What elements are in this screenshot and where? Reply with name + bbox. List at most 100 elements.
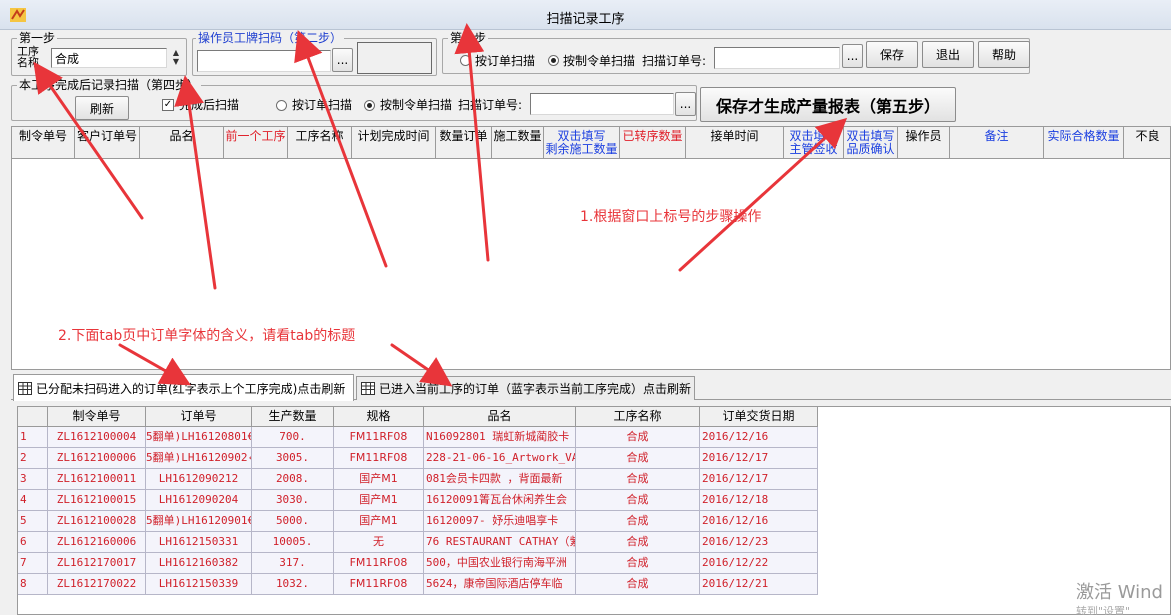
table-row[interactable]: 3 ZL1612100011 LH1612090212 2008. 国产M1 081会员卡… (18, 469, 818, 490)
column-header[interactable]: 生产数量 (252, 407, 334, 427)
table-cell-order: LH1612160382 (146, 553, 252, 574)
step3-scan-label: 扫描订单号: (642, 54, 707, 68)
step4-browse-button[interactable]: ... (675, 92, 696, 116)
column-header[interactable]: 客户订单号 (75, 127, 140, 159)
tab-current-orders[interactable]: 已进入当前工序的订单（蓝字表示当前工序完成）点击刷新 (356, 376, 695, 400)
column-header[interactable]: 已转序数量 (620, 127, 686, 159)
step3-radio-order[interactable] (460, 55, 471, 66)
table-row[interactable]: 8 ZL1612170022 LH1612150339 1032. FM11RF08 56… (18, 574, 818, 595)
column-header[interactable]: 品名 (140, 127, 224, 159)
badge-browse-button[interactable]: ... (332, 48, 353, 72)
refresh-button[interactable]: 刷新 (75, 96, 129, 120)
column-header[interactable]: 订单交货日期 (700, 407, 818, 427)
table-cell-idx: 5 (18, 511, 48, 532)
table-row[interactable]: 7 ZL1612170017 LH1612160382 317. FM11RF08 500… (18, 553, 818, 574)
step3-radio-cmd[interactable] (548, 55, 559, 66)
unscanned-orders-header: 制令单号 订单号 生产数量 规格 品名 工序名称 订单交货日期 (18, 407, 818, 427)
table-cell-order: LH1612090204 (146, 490, 252, 511)
process-spin-icon[interactable]: ▲ ▼ (169, 48, 183, 68)
table-cell-idx: 2 (18, 448, 48, 469)
column-header[interactable]: 双击填写 主管签收 (784, 127, 844, 159)
table-cell-spec: 无 (334, 532, 424, 553)
table-cell-date: 2016/12/21 (700, 574, 818, 595)
column-header[interactable]: 实际合格数量 (1044, 127, 1124, 159)
column-header[interactable]: 不良 (1124, 127, 1170, 159)
step3-scan-input[interactable] (714, 47, 840, 69)
table-cell-qty: 5000. (252, 511, 334, 532)
table-cell-idx: 6 (18, 532, 48, 553)
column-header[interactable]: 工序名称 (576, 407, 700, 427)
column-header[interactable]: 前一个工序 (224, 127, 288, 159)
table-cell-idx: 4 (18, 490, 48, 511)
column-header[interactable]: 制令单号 (12, 127, 75, 159)
table-row[interactable]: 1 ZL1612100004 5翻单)LH16120801€ 700. FM11RF08… (18, 427, 818, 448)
table-cell-idx: 1 (18, 427, 48, 448)
table-cell-date: 2016/12/16 (700, 427, 818, 448)
table-cell-qty: 317. (252, 553, 334, 574)
table-cell-qty: 10005. (252, 532, 334, 553)
table-cell-cmd: ZL1612100006 (48, 448, 146, 469)
column-header[interactable]: 操作员 (898, 127, 950, 159)
column-header[interactable]: 数量订单 (436, 127, 492, 159)
table-cell-cmd: ZL1612160006 (48, 532, 146, 553)
save-button[interactable]: 保存 (866, 41, 918, 68)
tab-unscanned-orders[interactable]: 已分配未扫码进入的订单(红字表示上个工序完成)点击刷新 (13, 374, 354, 401)
table-cell-order: 5翻单)LH16120801€ (146, 427, 252, 448)
table-cell-name: 228-21-06-16_Artwork_VAGA (424, 448, 576, 469)
table-cell-process: 合成 (576, 427, 700, 448)
current-orders-header: 制令单号 客户订单号 品名 前一个工序 工序名称 计划完成时间 数量订单 施工数量 双击填写 剩… (12, 127, 1170, 159)
column-header[interactable]: 制令单号 (48, 407, 146, 427)
exit-button[interactable]: 退出 (922, 41, 974, 68)
step4-radio-order[interactable] (276, 100, 287, 111)
table-cell-cmd: ZL1612100015 (48, 490, 146, 511)
table-cell-order: LH1612090212 (146, 469, 252, 490)
step1-legend: 第一步 (17, 31, 58, 45)
grid-icon (18, 381, 32, 395)
column-header[interactable]: 计划完成时间 (352, 127, 436, 159)
step3-radio-cmd-label: 按制令单扫描 (563, 54, 636, 68)
table-cell-date: 2016/12/22 (700, 553, 818, 574)
table-cell-idx: 8 (18, 574, 48, 595)
table-cell-process: 合成 (576, 469, 700, 490)
step3-browse-button[interactable]: ... (842, 44, 863, 68)
column-header[interactable]: 品名 (424, 407, 576, 427)
column-header[interactable]: 施工数量 (492, 127, 544, 159)
table-cell-order: 5翻单)LH16120901€ (146, 511, 252, 532)
column-header[interactable]: 工序名称 (288, 127, 352, 159)
table-row[interactable]: 2 ZL1612100006 5翻单)LH16120902‹ 3005. FM11RF0… (18, 448, 818, 469)
column-header[interactable]: 规格 (334, 407, 424, 427)
step4-scan-input[interactable] (530, 93, 674, 115)
table-cell-process: 合成 (576, 574, 700, 595)
table-cell-idx: 3 (18, 469, 48, 490)
tab-current-label: 已进入当前工序的订单（蓝字表示当前工序完成）点击刷新 (379, 382, 692, 396)
table-cell-process: 合成 (576, 511, 700, 532)
activation-watermark-sub: 转到"设置" (1076, 605, 1131, 615)
title-bar: 扫描记录工序 (0, 0, 1171, 30)
unscanned-orders-grid[interactable]: 制令单号 订单号 生产数量 规格 品名 工序名称 订单交货日期 1 ZL1612100004 5… (17, 406, 1171, 615)
table-cell-spec: FM11RF08 (334, 427, 424, 448)
table-row[interactable]: 5 ZL1612100028 5翻单)LH16120901€ 5000. 国产M1 161… (18, 511, 818, 532)
operator-display (357, 42, 432, 74)
step4-legend: 本工序完成后记录扫描（第四步） (17, 78, 202, 92)
process-name-select[interactable]: 合成 (51, 48, 167, 68)
save-report-button[interactable]: 保存才生成产量报表（第五步） (700, 87, 956, 122)
row-number-header (18, 407, 48, 427)
after-scan-checkbox[interactable]: ✓ (162, 99, 174, 111)
table-row[interactable]: 4 ZL1612100015 LH1612090204 3030. 国产M1 161200… (18, 490, 818, 511)
column-header[interactable]: 双击填写 品质确认 (844, 127, 898, 159)
table-cell-qty: 2008. (252, 469, 334, 490)
table-cell-name: 500，中国农业银行南海平洲 (424, 553, 576, 574)
column-header[interactable]: 备注 (950, 127, 1044, 159)
column-header[interactable]: 接单时间 (686, 127, 784, 159)
column-header[interactable]: 订单号 (146, 407, 252, 427)
column-header[interactable]: 双击填写 剩余施工数量 (544, 127, 620, 159)
badge-scan-input[interactable] (197, 50, 331, 72)
table-cell-qty: 3005. (252, 448, 334, 469)
table-row[interactable]: 6 ZL1612160006 LH1612150331 10005. 无 76 RESTA… (18, 532, 818, 553)
step4-radio-order-label: 按订单扫描 (292, 98, 353, 112)
step4-radio-cmd[interactable] (364, 100, 375, 111)
step3-legend: 第三步 (448, 31, 489, 45)
help-button[interactable]: 帮助 (978, 41, 1030, 68)
table-cell-name: 081会员卡四款 ，背面最新 (424, 469, 576, 490)
table-cell-name: 16120097- 妤乐迪唱享卡 (424, 511, 576, 532)
